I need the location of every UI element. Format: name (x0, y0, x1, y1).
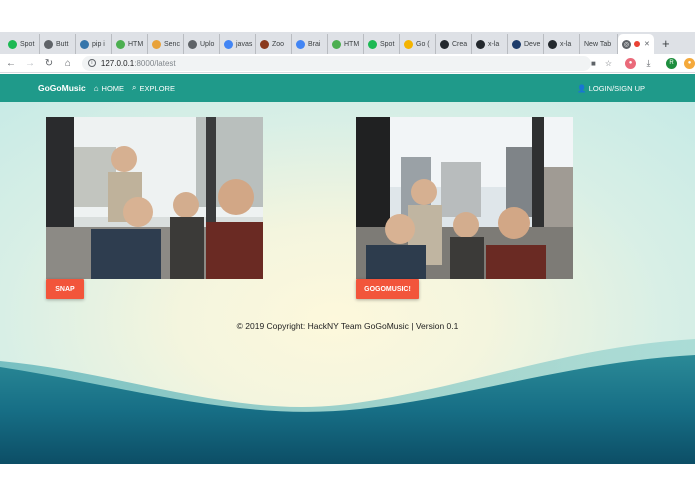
nav-explore-label: EXPLORE (139, 83, 175, 93)
nav-login-label: LOGIN/SIGN UP (588, 83, 645, 93)
back-icon[interactable]: ← (3, 58, 19, 69)
tab-label: Deve (524, 40, 541, 48)
close-tab-icon[interactable]: ✕ (644, 40, 650, 48)
reload-icon[interactable]: ↻ (41, 58, 57, 69)
search-icon: ⌕ (132, 83, 137, 92)
browser-tab[interactable]: x-la (472, 34, 508, 54)
url-field[interactable]: i 127.0.0.1:8000/latest (81, 55, 592, 71)
tab-label: x-la (488, 40, 500, 48)
browser-tab[interactable]: x-la (544, 34, 580, 54)
gogomusic-button[interactable]: GOGOMUSIC! (356, 279, 419, 299)
snap-button[interactable]: SNAP (46, 279, 84, 299)
tab-label: Crea (452, 40, 468, 48)
spotify-icon (8, 39, 17, 49)
snap-button-label: SNAP (55, 285, 75, 293)
profile-avatar[interactable]: R (666, 57, 678, 69)
browser-tab[interactable]: Go ( (400, 34, 436, 54)
python-icon (80, 39, 89, 49)
tab-label: Butt (56, 40, 69, 48)
browser-tab[interactable]: New Tab (580, 34, 618, 54)
extension-icon-2[interactable]: ● (684, 57, 695, 69)
tab-label: New Tab (584, 40, 612, 48)
bottom-margin (0, 464, 695, 494)
nav-login[interactable]: 👤 LOGIN/SIGN UP (577, 84, 645, 93)
extension-icon[interactable]: ● (625, 57, 637, 69)
code-icon (188, 39, 197, 49)
camera-icon[interactable]: ■ (591, 59, 596, 68)
home-icon: ⌂ (93, 83, 99, 93)
nav-home-label: HOME (101, 83, 125, 93)
gogomusic-button-label: GOGOMUSIC! (364, 285, 411, 293)
tab-label: Spot (380, 40, 395, 48)
home-icon[interactable]: ⌂ (60, 58, 76, 69)
browser-tab[interactable]: javas (220, 34, 256, 54)
url-path: :8000/latest (134, 58, 176, 68)
tab-label: Spot (20, 40, 35, 48)
url-host: 127.0.0.1 (100, 58, 135, 68)
group-selfie-image (356, 117, 573, 279)
browser-tab[interactable]: Senc (148, 34, 184, 54)
globe-icon (44, 39, 53, 49)
recording-icon (634, 41, 640, 47)
dev-icon (512, 39, 521, 49)
browser-tab[interactable]: HTM (328, 34, 364, 54)
photo-1 (46, 117, 263, 279)
browser-tab[interactable]: Butt (40, 34, 76, 54)
user-icon: 👤 (577, 83, 587, 93)
browser-tab[interactable]: pip i (76, 34, 112, 54)
tab-active[interactable]: ◎ ✕ (618, 34, 654, 54)
tab-label: Senc (164, 40, 180, 48)
forward-icon[interactable]: → (22, 58, 38, 69)
info-icon[interactable]: i (87, 59, 96, 67)
photo-2 (356, 117, 573, 279)
new-tab-button[interactable]: + (662, 34, 670, 54)
browser-tab[interactable]: Brai (292, 34, 328, 54)
tab-label: Go ( (416, 40, 430, 48)
nav-explore[interactable]: ⌕ EXPLORE (132, 83, 175, 93)
github-icon (548, 39, 557, 49)
browser-tab-bar: Spot Butt pip i HTM Senc Uplo javas Zoo Brai HTM S… (0, 32, 695, 54)
github-icon (440, 39, 449, 49)
tab-label: x-la (560, 40, 572, 48)
group-selfie-image (46, 117, 263, 279)
browser-address-bar: ← → ↻ ⌂ i 127.0.0.1:8000/latest ■ ☆ ● ⤓ … (0, 54, 695, 73)
tab-label: HTM (344, 40, 360, 48)
app-navbar: GoGoMusic ⌂ HOME ⌕ EXPLORE 👤 LOGIN/SIGN … (0, 74, 695, 102)
browser-tab[interactable]: Crea (436, 34, 472, 54)
brand-logo[interactable]: GoGoMusic (38, 83, 86, 93)
browser-tab[interactable]: Zoo (256, 34, 292, 54)
doc-icon (296, 39, 305, 49)
download-icon[interactable]: ⤓ (643, 58, 654, 69)
star-icon (260, 39, 269, 49)
tab-label: Brai (308, 40, 321, 48)
html-icon (332, 39, 341, 49)
google-icon (224, 39, 233, 49)
github-icon (476, 39, 485, 49)
page-content: SNAP GOGOMUSIC! © 2019 Copyright: HackNY… (0, 102, 695, 464)
pen-icon (152, 39, 161, 49)
globe-icon: ◎ (622, 39, 631, 49)
tab-label: Uplo (200, 40, 215, 48)
wave-decoration (0, 339, 695, 464)
browser-tab[interactable]: Spot (364, 34, 400, 54)
tab-label: javas (236, 40, 253, 48)
browser-tab[interactable]: Deve (508, 34, 544, 54)
tab-label: HTM (128, 40, 144, 48)
browser-tab[interactable]: HTM (112, 34, 148, 54)
browser-tab[interactable]: Spot (4, 34, 40, 54)
folder-icon (404, 39, 413, 49)
tab-label: pip i (92, 40, 105, 48)
top-margin (0, 0, 695, 32)
html-icon (116, 39, 125, 49)
nav-home[interactable]: ⌂ HOME (94, 84, 124, 93)
spotify-icon (368, 39, 377, 49)
bookmark-star-icon[interactable]: ☆ (605, 59, 612, 68)
tab-label: Zoo (272, 40, 285, 48)
browser-tab[interactable]: Uplo (184, 34, 220, 54)
